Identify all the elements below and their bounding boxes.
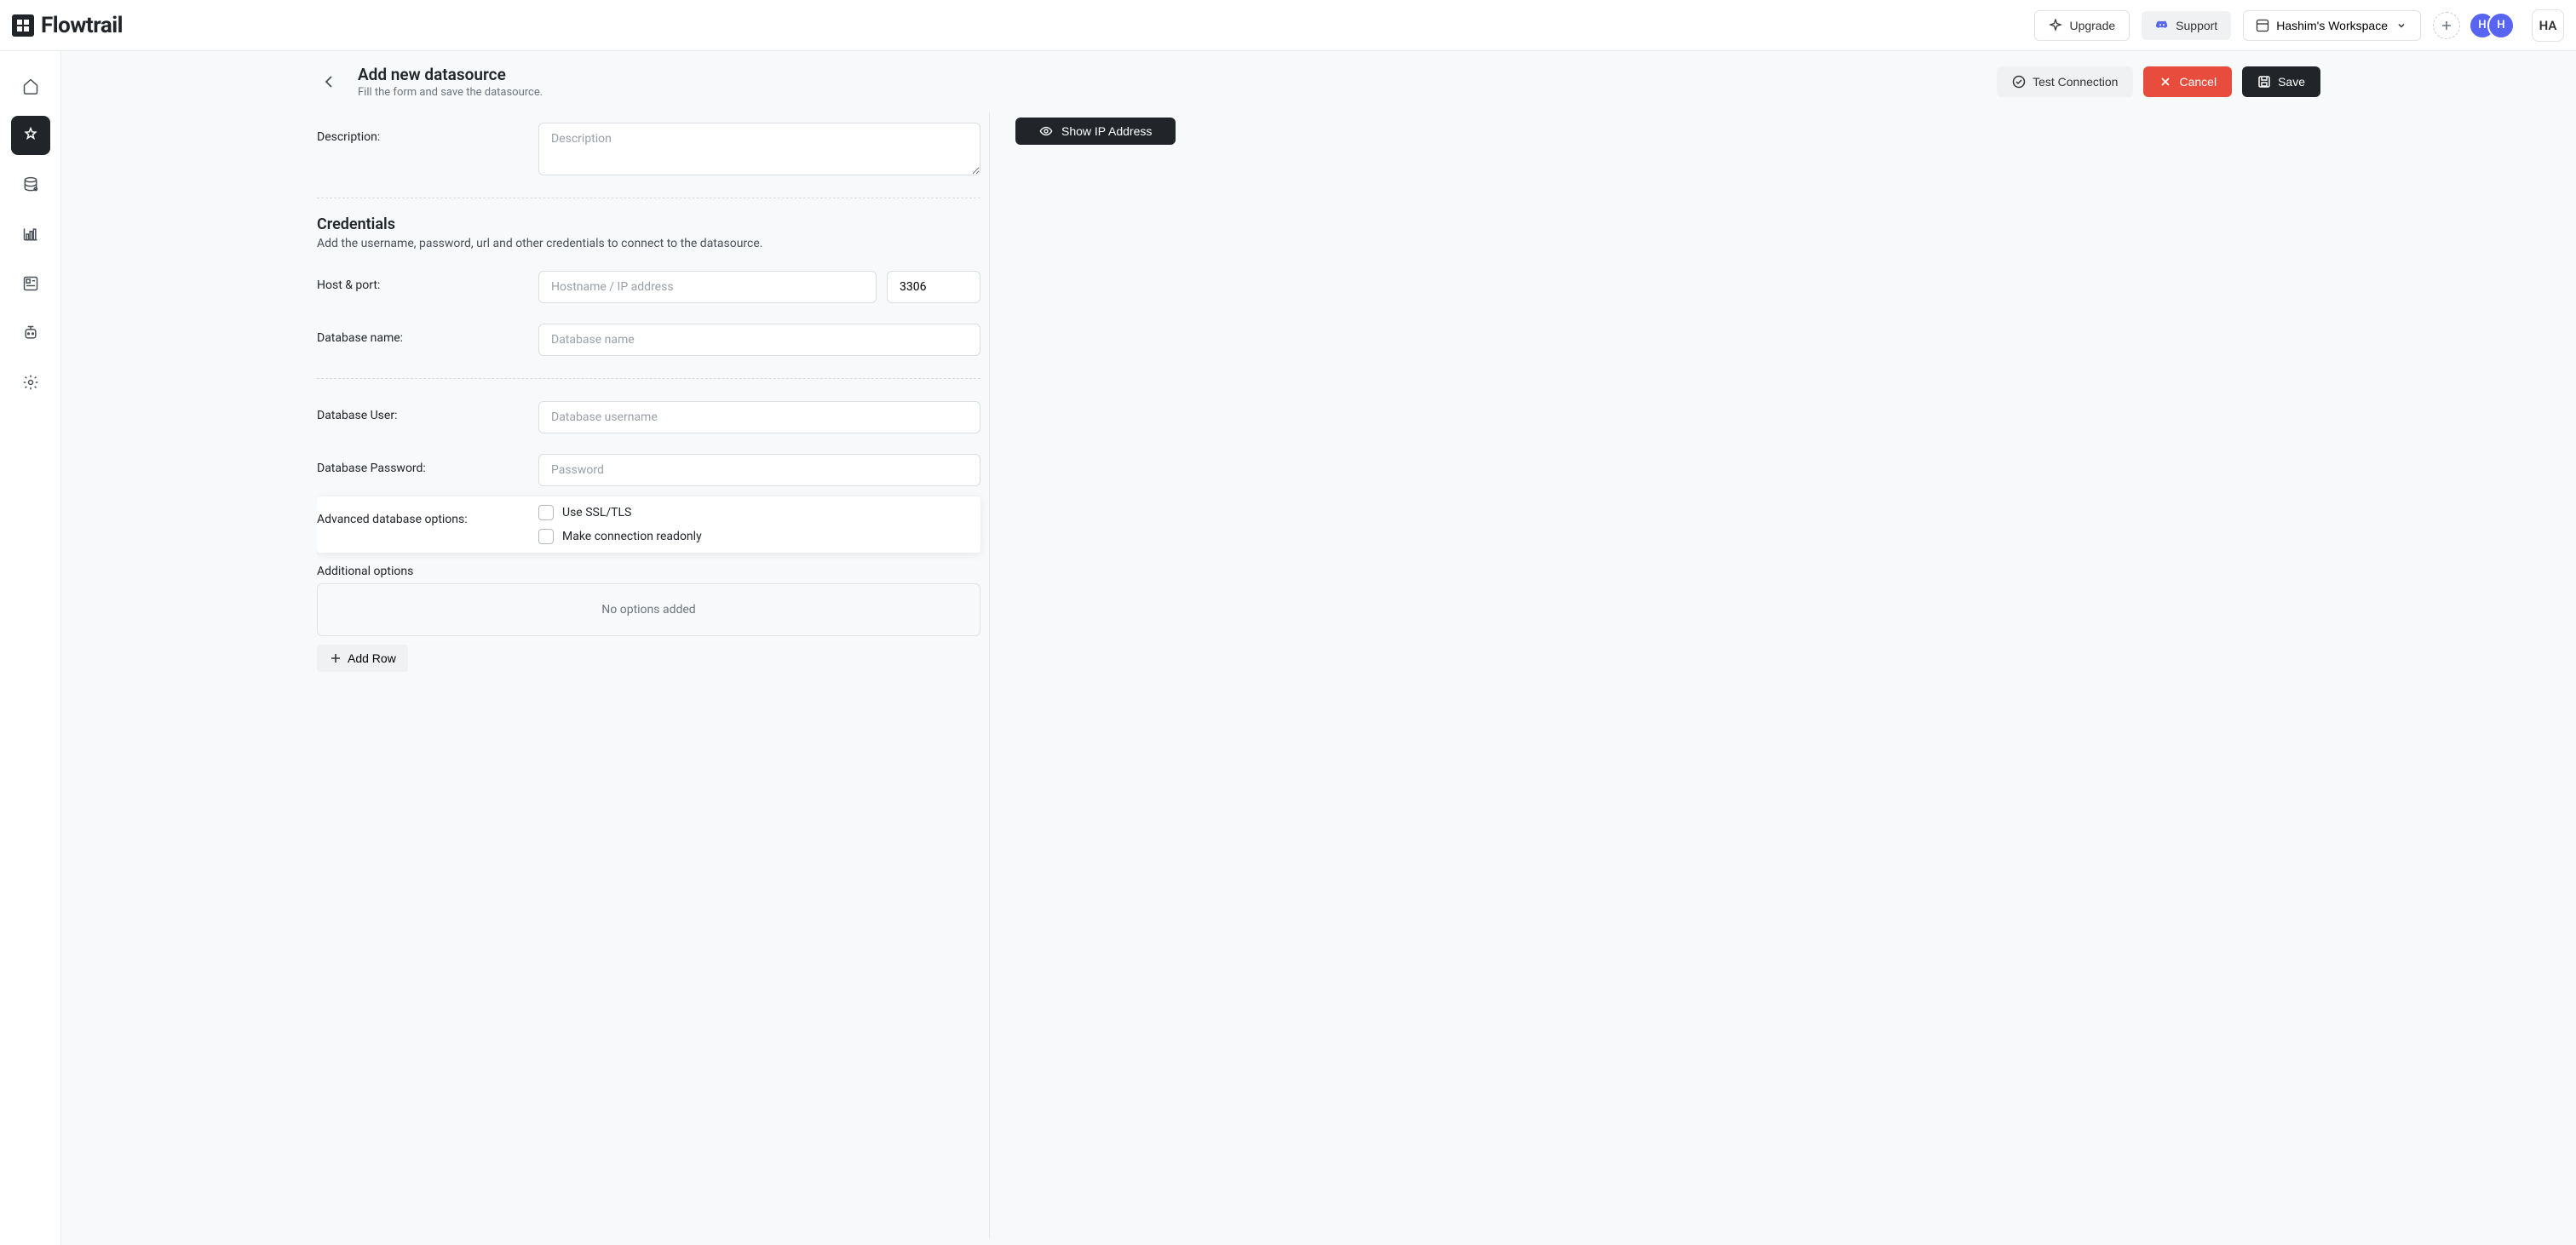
back-button[interactable] — [317, 69, 342, 95]
page-header: Add new datasource Fill the form and sav… — [61, 51, 2576, 112]
save-label: Save — [2278, 75, 2305, 89]
nav-charts[interactable] — [11, 215, 50, 254]
nav-dashboards[interactable] — [11, 264, 50, 303]
additional-options-section: Additional options No options added Add … — [317, 565, 980, 672]
port-input[interactable] — [887, 271, 980, 303]
ssl-option: Use SSL/TLS — [538, 505, 980, 520]
close-icon — [2159, 75, 2172, 89]
dbuser-label: Database User: — [317, 401, 513, 422]
adv-label: Advanced database options: — [317, 505, 513, 526]
show-ip-button[interactable]: Show IP Address — [1015, 118, 1176, 145]
avatar[interactable]: H — [2487, 12, 2515, 39]
readonly-option: Make connection readonly — [538, 529, 980, 544]
divider — [317, 378, 980, 379]
eye-icon — [1039, 124, 1053, 138]
form: Description: Credentials Add the usernam… — [317, 112, 990, 1238]
cancel-label: Cancel — [2179, 75, 2217, 89]
discord-icon — [2155, 19, 2169, 32]
save-button[interactable]: Save — [2242, 66, 2320, 97]
dbpass-input[interactable] — [538, 454, 980, 486]
nav-datasources[interactable] — [11, 116, 50, 155]
creds-sub: Add the username, password, url and othe… — [317, 237, 980, 250]
readonly-label: Make connection readonly — [562, 530, 702, 543]
chevron-down-icon — [2395, 19, 2408, 32]
avatars: H H HA — [2433, 9, 2564, 42]
row-description: Description: — [317, 112, 980, 186]
test-connection-button[interactable]: Test Connection — [1997, 66, 2133, 97]
nav-settings[interactable] — [11, 363, 50, 402]
page-subtitle: Fill the form and save the datasource. — [358, 86, 543, 99]
save-icon — [2257, 75, 2271, 89]
workspace-label: Hashim's Workspace — [2276, 19, 2388, 32]
add-row-label: Add Row — [348, 651, 396, 665]
row-advanced: Advanced database options: Use SSL/TLS M… — [317, 496, 980, 553]
main: Add new datasource Fill the form and sav… — [61, 51, 2576, 1245]
upgrade-label: Upgrade — [2069, 19, 2115, 32]
plus-icon — [329, 651, 342, 665]
dbuser-input[interactable] — [538, 401, 980, 433]
addl-title: Additional options — [317, 565, 980, 578]
show-ip-label: Show IP Address — [1061, 124, 1152, 138]
user-menu[interactable]: HA — [2532, 9, 2564, 42]
creds-title: Credentials — [317, 215, 980, 233]
logo-text: Flowtrail — [41, 13, 123, 38]
add-row-button[interactable]: Add Row — [317, 645, 408, 672]
options-empty: No options added — [317, 583, 980, 636]
sidebar — [0, 51, 61, 1245]
content-wrap: Description: Credentials Add the usernam… — [61, 112, 2576, 1238]
support-button[interactable]: Support — [2142, 11, 2231, 40]
workspace-dropdown[interactable]: Hashim's Workspace — [2243, 10, 2421, 41]
host-input[interactable] — [538, 271, 877, 303]
top-right: Upgrade Support Hashim's Workspace H H — [2034, 9, 2564, 42]
dbpass-label: Database Password: — [317, 454, 513, 475]
nav-ai[interactable] — [11, 313, 50, 353]
support-label: Support — [2176, 19, 2217, 32]
ssl-label: Use SSL/TLS — [562, 506, 631, 519]
topbar: Flowtrail Upgrade Support Hashim's Works… — [0, 0, 2576, 51]
nav-home[interactable] — [11, 66, 50, 106]
body: Add new datasource Fill the form and sav… — [0, 51, 2576, 1245]
logo-icon — [12, 14, 34, 37]
add-user-button[interactable] — [2433, 12, 2460, 39]
row-dbname: Database name: — [317, 313, 980, 366]
cancel-button[interactable]: Cancel — [2143, 66, 2232, 97]
dbname-input[interactable] — [538, 324, 980, 356]
credentials-section: Credentials Add the username, password, … — [317, 210, 980, 261]
page-title: Add new datasource — [358, 65, 543, 84]
description-label: Description: — [317, 123, 513, 144]
nav-database[interactable] — [11, 165, 50, 204]
row-dbuser: Database User: — [317, 391, 980, 444]
logo[interactable]: Flowtrail — [12, 13, 123, 38]
avatar-stack: H H — [2469, 12, 2515, 39]
no-options-text: No options added — [601, 603, 695, 617]
row-dbpass: Database Password: — [317, 444, 980, 496]
description-input[interactable] — [538, 123, 980, 175]
sparkle-icon — [2049, 19, 2062, 32]
readonly-checkbox[interactable] — [538, 529, 554, 544]
row-host: Host & port: — [317, 261, 980, 313]
check-circle-icon — [2012, 75, 2026, 89]
aside: Show IP Address — [1015, 112, 1220, 145]
ssl-checkbox[interactable] — [538, 505, 554, 520]
upgrade-button[interactable]: Upgrade — [2034, 10, 2130, 41]
layout-icon — [2256, 19, 2269, 32]
dbname-label: Database name: — [317, 324, 513, 345]
host-label: Host & port: — [317, 271, 513, 292]
test-label: Test Connection — [2033, 75, 2118, 89]
